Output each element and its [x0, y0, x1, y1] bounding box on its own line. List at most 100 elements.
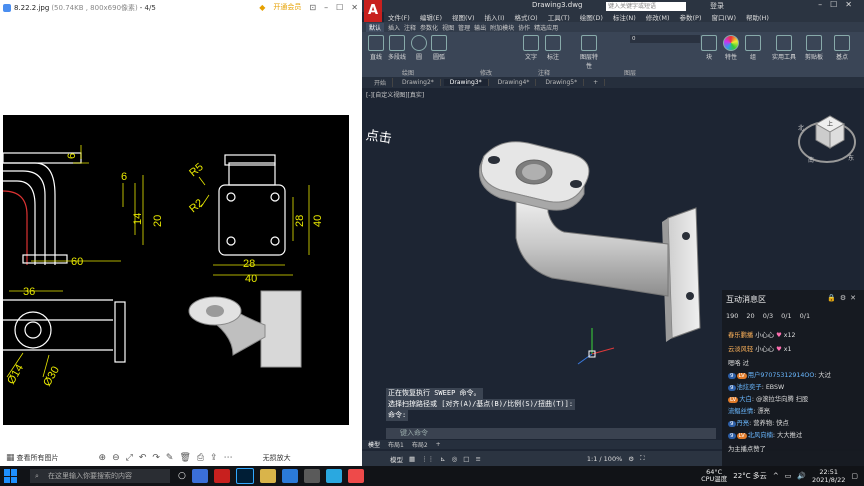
model-space-toggle[interactable]: 模型: [390, 454, 403, 464]
menu-item[interactable]: 文件(F): [388, 12, 410, 22]
tab-addins[interactable]: 附加模块: [490, 23, 514, 32]
properties-button[interactable]: 特性: [722, 35, 740, 61]
menu-item[interactable]: 窗口(W): [711, 12, 736, 22]
tab-featured-apps[interactable]: 精选应用: [534, 23, 558, 32]
dimension-button[interactable]: 标注: [544, 35, 562, 61]
maximize-icon[interactable]: ☐: [336, 3, 343, 12]
tab-annotate[interactable]: 注释: [404, 23, 416, 32]
network-icon[interactable]: ▭: [785, 472, 792, 480]
settings-icon[interactable]: ⚙: [628, 455, 634, 463]
tab-layout1[interactable]: 布局1: [388, 440, 404, 449]
menu-item[interactable]: 标注(N): [613, 12, 636, 22]
rotate-left-icon[interactable]: ↶: [139, 453, 147, 463]
menu-item[interactable]: 帮助(H): [746, 12, 769, 22]
notification-icon[interactable]: ▢: [851, 472, 858, 480]
lossless-zoom-button[interactable]: 无损放大: [263, 453, 291, 463]
fullscreen-icon[interactable]: ⛶: [640, 454, 645, 463]
chat-controls[interactable]: 🔒⚙✕: [827, 294, 860, 302]
view-all-images-link[interactable]: 查看所有图片: [17, 453, 59, 463]
menu-item[interactable]: 格式(O): [515, 12, 538, 22]
print-icon[interactable]: ⎙: [197, 453, 204, 463]
snap-toggle-icon[interactable]: ⋮⋮: [421, 455, 434, 463]
app-icon-explorer[interactable]: [191, 469, 208, 483]
tab-collaborate[interactable]: 协作: [518, 23, 530, 32]
clipboard-button[interactable]: 剪贴板: [802, 35, 826, 61]
close-icon[interactable]: ✕: [351, 3, 358, 12]
ribbon-group-draw[interactable]: 绘图: [402, 68, 414, 77]
doctab-start[interactable]: 开始: [368, 78, 394, 87]
autocad-logo-icon[interactable]: A: [364, 0, 382, 22]
rotate-right-icon[interactable]: ↷: [152, 453, 160, 463]
annotation-scale[interactable]: 1:1 / 100%: [587, 455, 622, 463]
group-button[interactable]: 组: [744, 35, 762, 61]
taskbar-search-input[interactable]: ⌕ 在这里输入你要搜索的内容: [30, 469, 170, 483]
pin-icon[interactable]: ⊡: [309, 3, 316, 12]
tray-chevron-icon[interactable]: ^: [773, 472, 779, 480]
app-icon-photoshop[interactable]: [235, 468, 254, 484]
ortho-toggle-icon[interactable]: ⊾: [440, 455, 445, 463]
doctab-drawing4[interactable]: Drawing4*: [492, 79, 537, 86]
doctab-drawing2[interactable]: Drawing2*: [396, 79, 441, 86]
3d-pipe-model[interactable]: [472, 128, 712, 348]
utilities-button[interactable]: 实用工具: [770, 35, 798, 61]
menu-item[interactable]: 工具(T): [548, 12, 570, 22]
viewport-controls-label[interactable]: [-][自定义视图][真实]: [366, 90, 424, 99]
doctab-drawing3[interactable]: Drawing3*: [443, 79, 489, 86]
lineweight-toggle-icon[interactable]: ≡: [475, 455, 480, 463]
ribbon-group-annotation[interactable]: 注释: [538, 68, 550, 77]
add-layout-button[interactable]: +: [436, 441, 441, 448]
osnap-toggle-icon[interactable]: □: [463, 455, 469, 463]
app-icon-screen[interactable]: [303, 469, 320, 483]
task-view-icon[interactable]: ○: [178, 471, 186, 481]
viewcube[interactable]: 上 北 南 东: [794, 102, 860, 172]
menu-item[interactable]: 参数(P): [679, 12, 701, 22]
ribbon-group-modify[interactable]: 修改: [480, 68, 492, 77]
app-icon-folder[interactable]: [259, 469, 276, 483]
tab-view[interactable]: 视图: [442, 23, 454, 32]
tab-insert[interactable]: 插入: [388, 23, 400, 32]
command-input[interactable]: 键入命令: [386, 428, 716, 439]
layer-properties-button[interactable]: 图层特性: [578, 35, 600, 70]
circle-button[interactable]: 圆: [410, 35, 428, 61]
tab-output[interactable]: 输出: [474, 23, 486, 32]
tab-model[interactable]: 模型: [368, 440, 380, 449]
vip-button[interactable]: 开通会员: [273, 2, 301, 12]
tab-layout2[interactable]: 布局2: [412, 440, 428, 449]
menu-item[interactable]: 绘图(D): [580, 12, 603, 22]
grid-icon[interactable]: ▦: [6, 453, 15, 463]
app-icon-red[interactable]: [347, 469, 364, 483]
app-icon-autocad[interactable]: [213, 469, 230, 483]
zoom-in-icon[interactable]: ⊕: [99, 453, 107, 463]
volume-icon[interactable]: 🔊: [797, 472, 806, 480]
crown-icon[interactable]: ◆: [259, 3, 265, 12]
new-tab-button[interactable]: +: [587, 79, 606, 86]
edit-icon[interactable]: ✎: [166, 453, 174, 463]
menu-item[interactable]: 视图(V): [452, 12, 475, 22]
delete-icon[interactable]: 🗑: [179, 453, 190, 463]
polyline-button[interactable]: 多段线: [386, 35, 408, 61]
arc-button[interactable]: 圆弧: [430, 35, 448, 61]
tab-manage[interactable]: 管理: [458, 23, 470, 32]
polar-toggle-icon[interactable]: ◎: [452, 455, 458, 463]
ribbon-group-layers[interactable]: 图层: [624, 68, 636, 77]
block-button[interactable]: 块: [700, 35, 718, 61]
menu-item[interactable]: 插入(I): [485, 12, 505, 22]
acad-search-input[interactable]: 键入关键字或短语: [606, 2, 686, 11]
menu-item[interactable]: 修改(M): [646, 12, 670, 22]
menu-item[interactable]: 编辑(E): [420, 12, 442, 22]
window-controls[interactable]: –☐✕: [818, 0, 860, 9]
share-icon[interactable]: ⇪: [210, 453, 218, 463]
line-button[interactable]: 直线: [366, 35, 386, 61]
fit-icon[interactable]: ⤢: [126, 453, 133, 463]
cpu-temp-widget[interactable]: 64°C CPU温度: [701, 469, 727, 483]
tab-parametric[interactable]: 参数化: [420, 23, 438, 32]
windows-start-icon[interactable]: [4, 469, 18, 483]
weather-widget[interactable]: 22°C 多云: [733, 471, 767, 481]
more-icon[interactable]: ⋯: [224, 453, 233, 463]
taskbar-clock[interactable]: 22:51 2021/8/22: [812, 468, 845, 484]
app-icon-browser[interactable]: [325, 469, 342, 483]
minimize-icon[interactable]: –: [324, 3, 328, 12]
layer-dropdown[interactable]: 0: [630, 35, 700, 43]
app-icon-edge[interactable]: [281, 469, 298, 483]
tab-default[interactable]: 默认: [366, 22, 385, 32]
